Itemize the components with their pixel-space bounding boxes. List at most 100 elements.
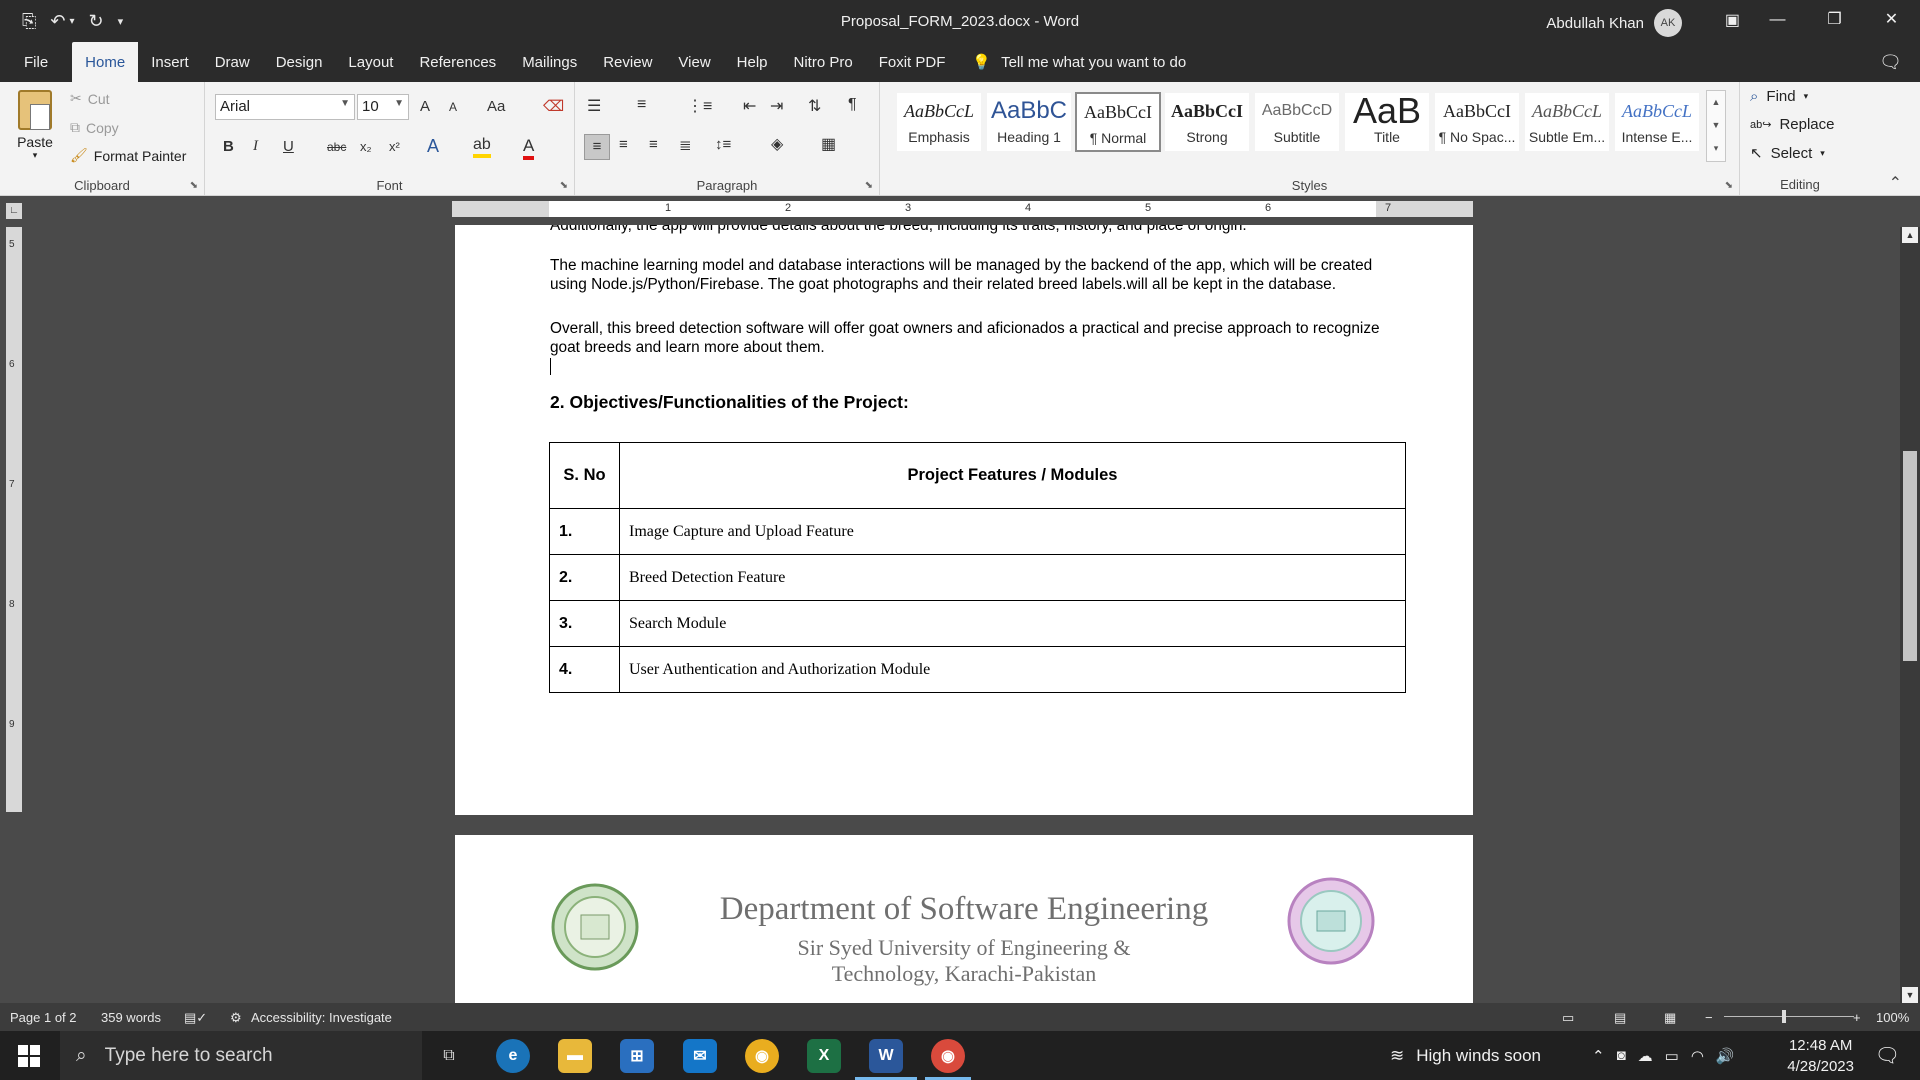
- print-layout-icon[interactable]: ▤: [1614, 1010, 1626, 1026]
- align-right-icon[interactable]: ≡: [649, 136, 658, 153]
- tab-foxit-pdf[interactable]: Foxit PDF: [866, 42, 959, 82]
- tab-file[interactable]: File: [0, 42, 72, 82]
- select-button[interactable]: ↖ Select ▾: [1750, 144, 1825, 163]
- tab-nitro-pro[interactable]: Nitro Pro: [781, 42, 866, 82]
- align-left-icon[interactable]: ≡: [584, 134, 610, 160]
- style-heading-1[interactable]: AaBbC Heading 1: [986, 92, 1072, 152]
- weather-widget[interactable]: ≋ High winds soon: [1390, 1031, 1541, 1080]
- chrome-profile-icon[interactable]: ◉: [931, 1039, 965, 1073]
- tab-layout[interactable]: Layout: [335, 42, 406, 82]
- style-emphasis[interactable]: AaBbCcL Emphasis: [896, 92, 982, 152]
- style-intense-emphasis[interactable]: AaBbCcL Intense E...: [1614, 92, 1700, 152]
- increase-indent-icon[interactable]: ⇥: [770, 96, 783, 116]
- bold-icon[interactable]: B: [223, 138, 234, 155]
- onedrive-icon[interactable]: ☁: [1638, 1047, 1653, 1065]
- redo-icon[interactable]: ↻: [89, 11, 104, 32]
- zoom-in-icon[interactable]: +: [1853, 1010, 1861, 1025]
- notifications-icon[interactable]: 🗨: [1875, 1043, 1900, 1068]
- style-title[interactable]: AaB Title: [1344, 92, 1430, 152]
- edge-icon[interactable]: e: [496, 1039, 530, 1073]
- paragraph-launcher-icon[interactable]: ⬊: [865, 180, 873, 191]
- multilevel-list-icon[interactable]: ⋮≡: [687, 96, 712, 116]
- change-case-icon[interactable]: Aa: [487, 98, 505, 115]
- collapse-ribbon-icon[interactable]: ⌃: [1889, 173, 1902, 193]
- document-page-1[interactable]: Additionally, the app will provide detai…: [455, 225, 1473, 815]
- tab-selector-icon[interactable]: ∟: [6, 203, 22, 219]
- numbering-icon[interactable]: ≡: [637, 96, 646, 114]
- word-icon[interactable]: W: [869, 1039, 903, 1073]
- proofing-icon[interactable]: ▤✓: [184, 1010, 207, 1026]
- paste-button[interactable]: Paste ▾: [12, 90, 58, 161]
- meet-now-icon[interactable]: ◙: [1617, 1047, 1626, 1064]
- highlight-icon[interactable]: ab: [473, 136, 491, 158]
- scrollbar-thumb[interactable]: [1903, 451, 1917, 661]
- tab-view[interactable]: View: [665, 42, 723, 82]
- tab-references[interactable]: References: [406, 42, 509, 82]
- zoom-out-icon[interactable]: −: [1705, 1010, 1713, 1025]
- grow-font-icon[interactable]: A: [420, 98, 430, 115]
- web-layout-icon[interactable]: ▦: [1664, 1010, 1676, 1026]
- undo-dropdown-icon[interactable]: ▾: [70, 16, 75, 27]
- tab-review[interactable]: Review: [590, 42, 665, 82]
- vertical-scrollbar[interactable]: ▲ ▼: [1900, 227, 1920, 1003]
- cut-button[interactable]: ✂ Cut: [70, 90, 110, 107]
- italic-icon[interactable]: I: [253, 138, 258, 155]
- underline-icon[interactable]: U: [283, 138, 294, 155]
- styles-launcher-icon[interactable]: ⬊: [1725, 180, 1733, 191]
- copy-button[interactable]: ⧉ Copy: [70, 119, 119, 136]
- mail-icon[interactable]: ✉: [683, 1039, 717, 1073]
- font-name-select[interactable]: Arial ▼: [215, 94, 355, 120]
- windows-start-icon[interactable]: [18, 1045, 40, 1067]
- page-count[interactable]: Page 1 of 2: [10, 1010, 77, 1025]
- align-center-icon[interactable]: ≡: [619, 136, 628, 153]
- style-normal[interactable]: AaBbCcI ¶ Normal: [1075, 92, 1161, 152]
- tell-me-box[interactable]: 💡 Tell me what you want to do: [958, 42, 1186, 82]
- tab-home[interactable]: Home: [72, 42, 139, 82]
- volume-icon[interactable]: 🔊: [1716, 1047, 1735, 1065]
- subscript-icon[interactable]: x₂: [360, 139, 372, 154]
- restore-button[interactable]: ❐: [1806, 0, 1863, 42]
- clipboard-launcher-icon[interactable]: ⬊: [190, 180, 198, 191]
- chevron-up-icon[interactable]: ⌃: [1592, 1047, 1605, 1065]
- microsoft-store-icon[interactable]: ⊞: [620, 1039, 654, 1073]
- minimize-button[interactable]: —: [1749, 0, 1806, 42]
- read-mode-icon[interactable]: ▭: [1562, 1010, 1574, 1026]
- borders-icon[interactable]: ▦: [821, 134, 836, 154]
- style-no-spacing[interactable]: AaBbCcI ¶ No Spac...: [1434, 92, 1520, 152]
- accessibility-status[interactable]: Accessibility: Investigate: [251, 1010, 392, 1025]
- text-effects-icon[interactable]: A: [427, 136, 439, 157]
- vertical-ruler[interactable]: 5 6 7 8 9: [6, 227, 22, 812]
- bullets-icon[interactable]: ☰: [587, 96, 601, 116]
- autosave-icon[interactable]: ⎘: [22, 11, 36, 32]
- taskbar-search[interactable]: ⌕ Type here to search: [60, 1031, 422, 1080]
- style-strong[interactable]: AaBbCcI Strong: [1164, 92, 1250, 152]
- clock[interactable]: 12:48 AM 4/28/2023: [1787, 1035, 1854, 1077]
- sort-icon[interactable]: ⇅: [808, 96, 821, 116]
- superscript-icon[interactable]: x²: [389, 139, 400, 154]
- battery-icon[interactable]: ▭: [1665, 1047, 1679, 1065]
- ribbon-display-options-icon[interactable]: ▣: [1725, 10, 1740, 30]
- wifi-icon[interactable]: ◠: [1691, 1047, 1704, 1065]
- styles-scroll[interactable]: ▲ ▼ ▾: [1706, 90, 1726, 162]
- style-subtitle[interactable]: AaBbCcD Subtitle: [1254, 92, 1340, 152]
- scroll-up-icon[interactable]: ▲: [1902, 227, 1918, 243]
- decrease-indent-icon[interactable]: ⇤: [743, 96, 756, 116]
- tab-mailings[interactable]: Mailings: [509, 42, 590, 82]
- document-page-2[interactable]: Department of Software Engineering Sir S…: [455, 835, 1473, 1003]
- style-subtle-emphasis[interactable]: AaBbCcL Subtle Em...: [1524, 92, 1610, 152]
- tab-draw[interactable]: Draw: [202, 42, 263, 82]
- comments-icon[interactable]: 🗨: [1879, 52, 1902, 73]
- scroll-down-icon[interactable]: ▼: [1902, 987, 1918, 1003]
- strikethrough-icon[interactable]: abc: [327, 140, 346, 154]
- close-button[interactable]: ✕: [1863, 0, 1920, 42]
- zoom-level[interactable]: 100%: [1876, 1010, 1909, 1025]
- justify-icon[interactable]: ≣: [679, 136, 692, 154]
- find-button[interactable]: ⌕ Find ▾: [1750, 88, 1808, 105]
- font-size-select[interactable]: 10 ▼: [357, 94, 409, 120]
- shrink-font-icon[interactable]: A: [449, 100, 457, 114]
- font-color-icon[interactable]: A: [523, 136, 535, 160]
- font-launcher-icon[interactable]: ⬊: [560, 180, 568, 191]
- zoom-slider-thumb[interactable]: [1782, 1010, 1786, 1023]
- shading-icon[interactable]: ◈: [771, 134, 783, 154]
- tab-help[interactable]: Help: [724, 42, 781, 82]
